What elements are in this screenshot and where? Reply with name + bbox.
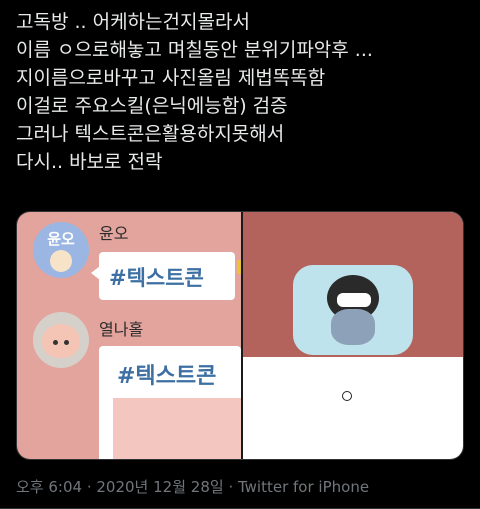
peach-face-icon (42, 324, 80, 358)
profile-picture (293, 265, 413, 355)
media-image-right[interactable] (243, 212, 463, 459)
tweet-line: 그러나 텍스트콘은활용하지못해서 (16, 123, 285, 145)
image-preview (113, 398, 241, 459)
bubble-tail (91, 266, 100, 280)
eye-icon (64, 340, 69, 345)
chat-sender-name: 열나홀 (99, 320, 144, 339)
avatar-face-icon (50, 250, 72, 272)
hashtag-text: #텍스트콘 (109, 266, 204, 290)
avatar (33, 312, 89, 368)
tweet-line: 다시.. 바보로 전락 (16, 151, 163, 173)
tweet-line: 고독방 .. 어케하는건지몰라서 (16, 11, 250, 33)
meta-separator: · (82, 478, 97, 496)
avatar: 윤오 (33, 222, 89, 278)
tweet-line: 이름 ㅇ으로해놓고 며칠동안 분위기파악후 ... (16, 39, 373, 61)
chat-sender-name: 윤오 (99, 224, 129, 243)
eye-icon (53, 340, 58, 345)
avatar-label: 윤오 (47, 230, 75, 248)
tweet-line: 지이름으로바꾸고 사진올림 제법똑똑함 (16, 67, 326, 89)
tweet-date[interactable]: 2020년 12월 28일 (96, 478, 223, 496)
character-body (331, 309, 375, 345)
tweet-media[interactable]: 윤오 윤오 #텍스트콘 열나홀 #텍스트콘 (16, 211, 464, 460)
hashtag-text: #텍스트콘 (117, 364, 217, 389)
media-image-left[interactable]: 윤오 윤오 #텍스트콘 열나홀 #텍스트콘 (17, 212, 241, 459)
chat-bubble: #텍스트콘 (99, 346, 241, 459)
chat-bubble: #텍스트콘 (91, 252, 235, 300)
tweet-source[interactable]: Twitter for iPhone (238, 478, 369, 496)
meta-separator: · (223, 478, 238, 496)
tweet-text: 고독방 .. 어케하는건지몰라서 이름 ㅇ으로해놓고 며칠동안 분위기파악후 .… (16, 8, 466, 176)
character-eyes (337, 293, 371, 307)
decoration (237, 260, 241, 274)
profile-name-circle (342, 391, 352, 401)
tweet-line: 이걸로 주요스킬(은닉에능함) 검증 (16, 95, 288, 117)
tweet-time[interactable]: 오후 6:04 (16, 478, 82, 496)
tweet-meta: 오후 6:04 · 2020년 12월 28일 · Twitter for iP… (16, 476, 369, 497)
